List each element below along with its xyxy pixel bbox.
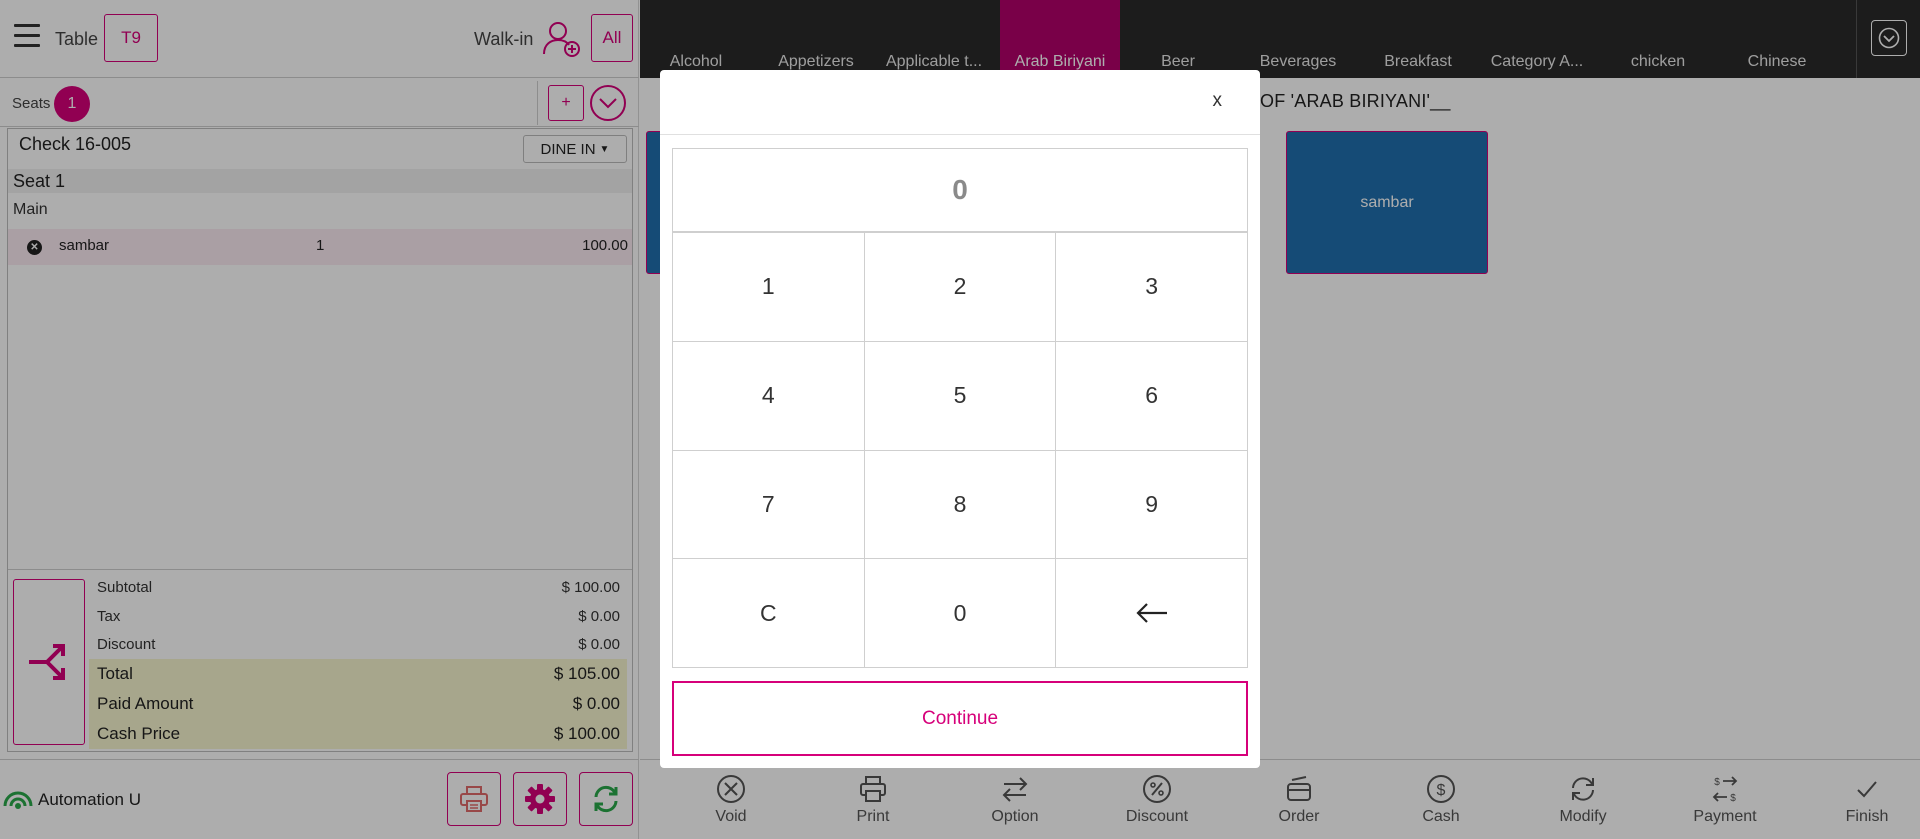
key-1[interactable]: 1	[673, 233, 865, 342]
arrow-left-icon	[1136, 603, 1167, 623]
key-backspace[interactable]	[1056, 559, 1248, 668]
key-5[interactable]: 5	[864, 341, 1057, 451]
key-4[interactable]: 4	[673, 341, 865, 451]
key-7[interactable]: 7	[673, 450, 865, 560]
key-9[interactable]: 9	[1056, 450, 1248, 560]
keypad-modal: x 0 1 2 3 4 5 6 7 8 9 C 0 Continue	[660, 70, 1260, 768]
key-2[interactable]: 2	[864, 233, 1057, 342]
close-button[interactable]: x	[1213, 90, 1223, 112]
key-clear[interactable]: C	[673, 559, 865, 668]
divider	[660, 134, 1260, 135]
keypad: 1 2 3 4 5 6 7 8 9 C 0	[672, 232, 1248, 668]
key-0[interactable]: 0	[864, 559, 1057, 668]
key-6[interactable]: 6	[1056, 341, 1248, 451]
key-3[interactable]: 3	[1056, 233, 1248, 342]
keypad-display: 0	[672, 148, 1248, 232]
continue-button[interactable]: Continue	[672, 681, 1248, 756]
key-8[interactable]: 8	[864, 450, 1057, 560]
